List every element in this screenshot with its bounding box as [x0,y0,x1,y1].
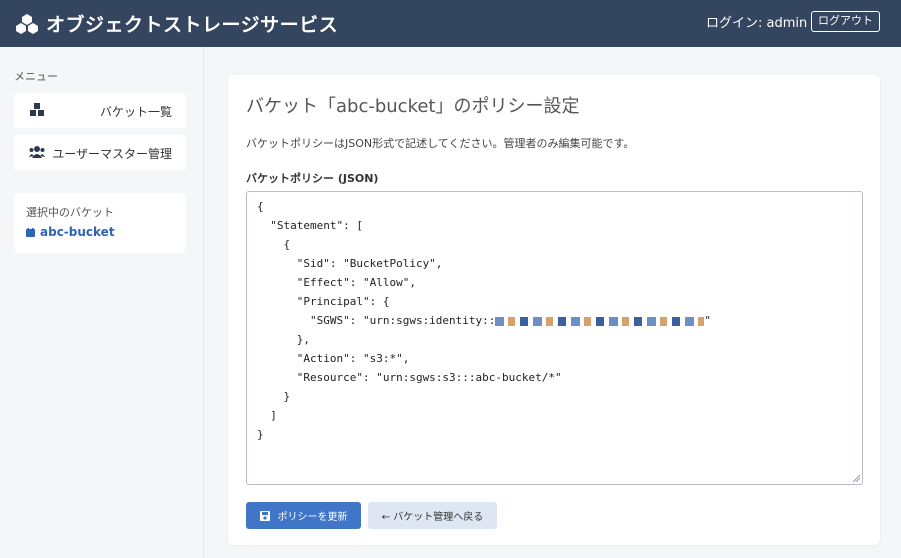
policy-card: バケット「abc-bucket」のポリシー設定 バケットポリシーはJSON形式で… [228,75,880,545]
sidebar-item-label: バケット一覧 [99,105,172,119]
policy-json-editor[interactable]: { "Statement": [ { "Sid": "BucketPolicy"… [246,191,863,485]
policy-field-label: バケットポリシー (JSON) [246,172,379,185]
redacted-identity [495,316,705,326]
code-line: "Resource": "urn:sgws:s3:::abc-bucket/*" [257,371,562,384]
app-header: オブジェクトストレージサービス ログイン: admin ログアウト [0,0,901,47]
code-line: "Effect": "Allow", [257,276,416,289]
code-line: "SGWS": "urn:sgws:identity:: [257,314,496,327]
code-line: } [257,390,291,403]
boxes-icon [30,103,44,116]
sidebar-item-bucket-list[interactable]: バケット一覧 [14,93,186,128]
update-policy-button[interactable]: ポリシーを更新 [246,502,361,529]
selected-bucket-name: abc-bucket [40,225,115,239]
code-line-suffix: " [704,314,712,327]
code-line: } [257,428,264,441]
save-icon [259,510,270,521]
brand: オブジェクトストレージサービス [16,10,338,37]
calendar-icon [26,227,35,237]
selected-bucket-panel: 選択中のバケット abc-bucket [14,193,186,253]
selected-bucket-label: 選択中のバケット [26,206,114,219]
sidebar-item-label: ユーザーマスター管理 [52,147,172,161]
resize-handle-icon[interactable] [852,474,860,482]
sidebar-item-user-master[interactable]: ユーザーマスター管理 [14,135,186,170]
back-to-bucket-button[interactable]: ← バケット管理へ戻る [368,502,497,529]
selected-bucket-link[interactable]: abc-bucket [26,225,115,239]
login-status: ログイン: admin [706,16,808,31]
code-line: ] [257,409,277,422]
users-icon [29,146,45,158]
sidebar: メニュー バケット一覧 ユーザーマスター管理 選択中のバケット abc-buck… [0,47,204,558]
app-title: オブジェクトストレージサービス [46,14,339,36]
back-label: ← バケット管理へ戻る [381,512,484,523]
code-line: "Sid": "BucketPolicy", [257,257,443,270]
policy-code: { "Statement": [ { "Sid": "BucketPolicy"… [257,197,711,444]
code-line: }, [257,333,310,346]
logout-button[interactable]: ログアウト [811,11,880,32]
page-description: バケットポリシーはJSON形式で記述してください。管理者のみ編集可能です。 [246,137,635,150]
code-line: { [257,238,291,251]
update-policy-label: ポリシーを更新 [277,512,348,523]
menu-title: メニュー [14,70,58,83]
code-line: "Statement": [ [257,219,363,232]
code-line: "Action": "s3:*", [257,352,410,365]
cubes-icon [16,13,38,34]
page-title: バケット「abc-bucket」のポリシー設定 [246,96,580,117]
code-line: { [257,200,264,213]
code-line: "Principal": { [257,295,390,308]
